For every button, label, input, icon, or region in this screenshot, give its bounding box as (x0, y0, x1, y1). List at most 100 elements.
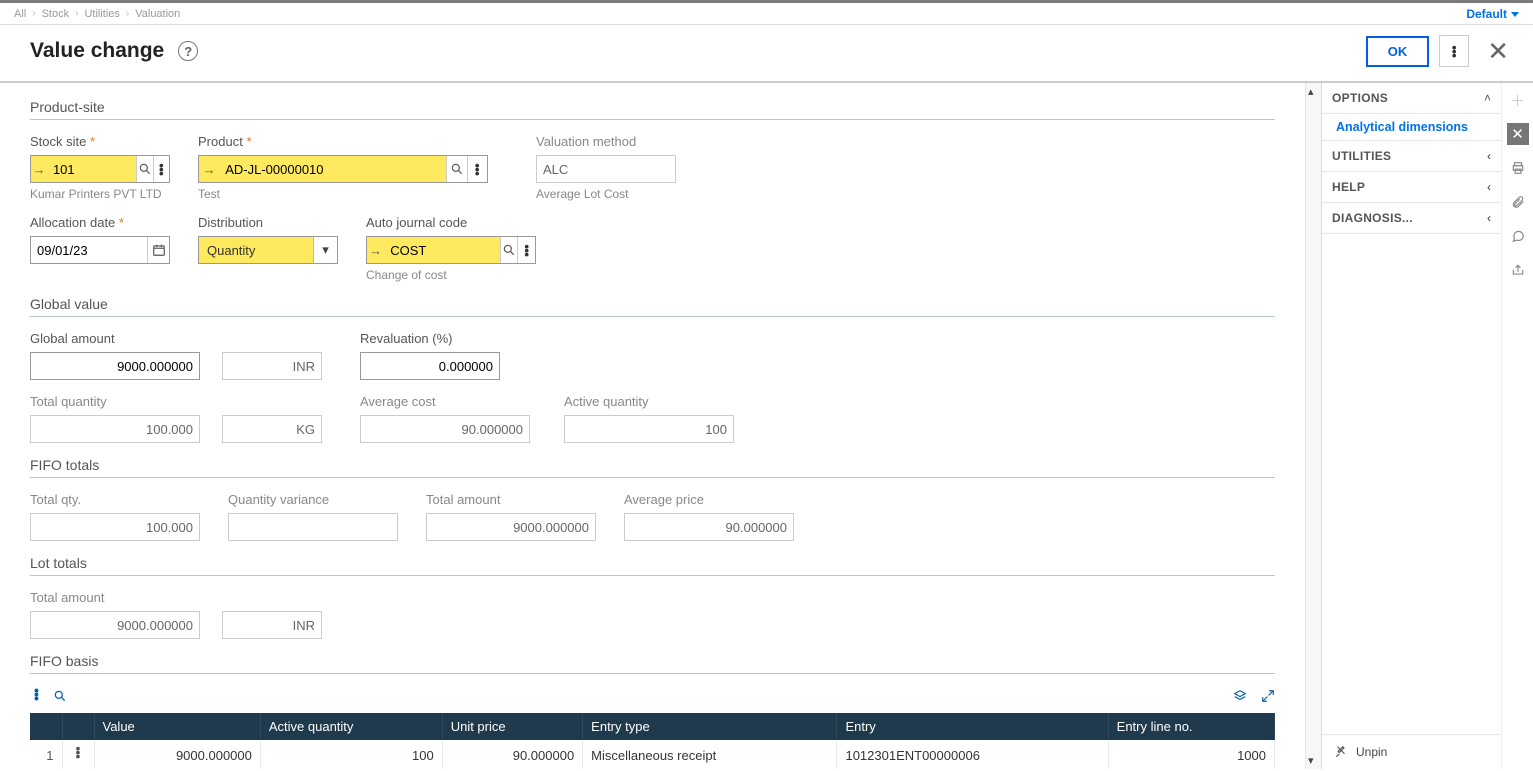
section-fifo-basis: FIFO basis (30, 653, 1275, 669)
total-qty-uom (223, 416, 321, 442)
field-actions-icon[interactable] (153, 156, 169, 182)
field-fifo-avg-price: Average price (624, 492, 794, 541)
cell-entry-type[interactable]: Miscellaneous receipt (583, 740, 837, 769)
cell-active-qty[interactable]: 100 (260, 740, 442, 769)
vertical-scrollbar[interactable]: ▴ ▾ (1305, 83, 1321, 769)
label-fifo-total-qty: Total qty. (30, 492, 200, 507)
table-actions-icon[interactable] (34, 688, 39, 707)
section-lot-totals: Lot totals (30, 555, 1275, 571)
unpin-label: Unpin (1356, 745, 1387, 759)
row-number: 1 (30, 740, 62, 769)
panel-utilities-label: UTILITIES (1332, 149, 1391, 163)
field-lot-total-amount: Total amount (30, 590, 322, 639)
comment-icon[interactable] (1507, 225, 1529, 247)
field-active-quantity: Active quantity (564, 394, 734, 443)
auto-journal-input[interactable] (384, 237, 500, 263)
field-fifo-total-qty: Total qty. (30, 492, 200, 541)
panel-utilities[interactable]: UTILITIES ‹ (1322, 141, 1501, 172)
fifo-total-amt-input (427, 514, 595, 540)
section-product-site: Product-site (30, 99, 1275, 115)
label-stock-site: Stock site * (30, 134, 170, 149)
scroll-up-icon[interactable]: ▴ (1308, 85, 1314, 98)
cell-unit-price[interactable]: 90.000000 (442, 740, 582, 769)
stock-site-input[interactable] (47, 156, 136, 182)
row-menu-icon[interactable] (62, 740, 94, 769)
field-auto-journal-code: Auto journal code → Change of cost (366, 215, 536, 282)
delete-icon[interactable]: ✕ (1507, 123, 1529, 145)
field-average-cost: Average cost (360, 394, 530, 443)
help-icon[interactable]: ? (178, 41, 198, 61)
link-arrow-icon[interactable]: → (31, 162, 47, 177)
section-rule (30, 119, 1275, 120)
crumb-valuation[interactable]: Valuation (135, 8, 180, 20)
fifo-basis-table: Value Active quantity Unit price Entry t… (30, 713, 1275, 769)
attach-icon[interactable] (1507, 191, 1529, 213)
label-fifo-total-amt: Total amount (426, 492, 596, 507)
lookup-icon[interactable] (500, 237, 518, 263)
expand-icon[interactable] (1261, 689, 1275, 707)
default-view-dropdown[interactable]: Default (1466, 7, 1519, 21)
right-panel: OPTIONS ˄ Analytical dimensions UTILITIE… (1321, 83, 1501, 769)
label-fifo-qty-var: Quantity variance (228, 492, 398, 507)
add-icon[interactable]: ＋ (1507, 89, 1529, 111)
more-actions-button[interactable] (1439, 35, 1469, 67)
table-search-icon[interactable] (53, 689, 67, 707)
cell-entry[interactable]: 1012301ENT00000006 (837, 740, 1108, 769)
lookup-icon[interactable] (136, 156, 152, 182)
product-sub: Test (198, 187, 488, 201)
total-qty-input (31, 416, 199, 442)
panel-diagnosis[interactable]: DIAGNOSIS... ‹ (1322, 203, 1501, 234)
link-arrow-icon[interactable]: → (367, 243, 384, 258)
section-global-value: Global value (30, 296, 1275, 312)
col-entry-line-no[interactable]: Entry line no. (1108, 713, 1274, 740)
revaluation-input[interactable] (361, 353, 499, 379)
label-valuation-method: Valuation method (536, 134, 676, 149)
label-allocation-date: Allocation date * (30, 215, 170, 230)
print-icon[interactable] (1507, 157, 1529, 179)
cell-value[interactable]: 9000.000000 (94, 740, 260, 769)
ok-button[interactable]: OK (1366, 36, 1430, 67)
fifo-qty-var-input (229, 514, 397, 540)
lookup-icon[interactable] (446, 156, 466, 182)
table-row[interactable]: 1 9000.000000 100 90.000000 Miscellaneou… (30, 740, 1275, 769)
label-total-qty: Total quantity (30, 394, 322, 409)
calendar-icon[interactable] (147, 237, 169, 263)
col-unit-price[interactable]: Unit price (442, 713, 582, 740)
product-input[interactable] (219, 156, 446, 182)
section-rule (30, 477, 1275, 478)
link-arrow-icon[interactable]: → (199, 162, 219, 177)
scroll-down-icon[interactable]: ▾ (1308, 754, 1314, 767)
global-amount-input[interactable] (31, 353, 199, 379)
layers-icon[interactable] (1233, 689, 1247, 707)
breadcrumb: All › Stock › Utilities › Valuation Defa… (0, 3, 1533, 25)
close-icon[interactable]: ✕ (1487, 38, 1509, 64)
field-actions-icon[interactable] (517, 237, 535, 263)
field-actions-icon[interactable] (467, 156, 487, 182)
col-entry[interactable]: Entry (837, 713, 1108, 740)
chevron-right-icon: › (126, 8, 129, 19)
share-icon[interactable] (1507, 259, 1529, 281)
link-analytical-dimensions[interactable]: Analytical dimensions (1322, 114, 1501, 141)
table-header-row: Value Active quantity Unit price Entry t… (30, 713, 1275, 740)
distribution-select[interactable]: Quantity ▾ (198, 236, 338, 264)
col-active-qty[interactable]: Active quantity (260, 713, 442, 740)
label-lot-total-amt: Total amount (30, 590, 322, 605)
crumb-utilities[interactable]: Utilities (84, 8, 119, 20)
unpin-icon (1334, 745, 1348, 759)
panel-options-label: OPTIONS (1332, 91, 1388, 105)
panel-diagnosis-label: DIAGNOSIS... (1332, 211, 1413, 225)
table-toolbar (34, 688, 1275, 707)
col-entry-type[interactable]: Entry type (583, 713, 837, 740)
crumb-stock[interactable]: Stock (42, 8, 70, 20)
field-valuation-method: Valuation method Average Lot Cost (536, 134, 676, 201)
cell-entry-line-no[interactable]: 1000 (1108, 740, 1274, 769)
col-value[interactable]: Value (94, 713, 260, 740)
kebab-icon (1452, 45, 1457, 57)
panel-options-header[interactable]: OPTIONS ˄ (1322, 83, 1501, 114)
unpin-button[interactable]: Unpin (1322, 734, 1501, 769)
avg-cost-input (361, 416, 529, 442)
panel-help[interactable]: HELP ‹ (1322, 172, 1501, 203)
caret-down-icon: ▾ (313, 237, 337, 263)
crumb-all[interactable]: All (14, 8, 26, 20)
allocation-date-input[interactable] (31, 237, 147, 263)
